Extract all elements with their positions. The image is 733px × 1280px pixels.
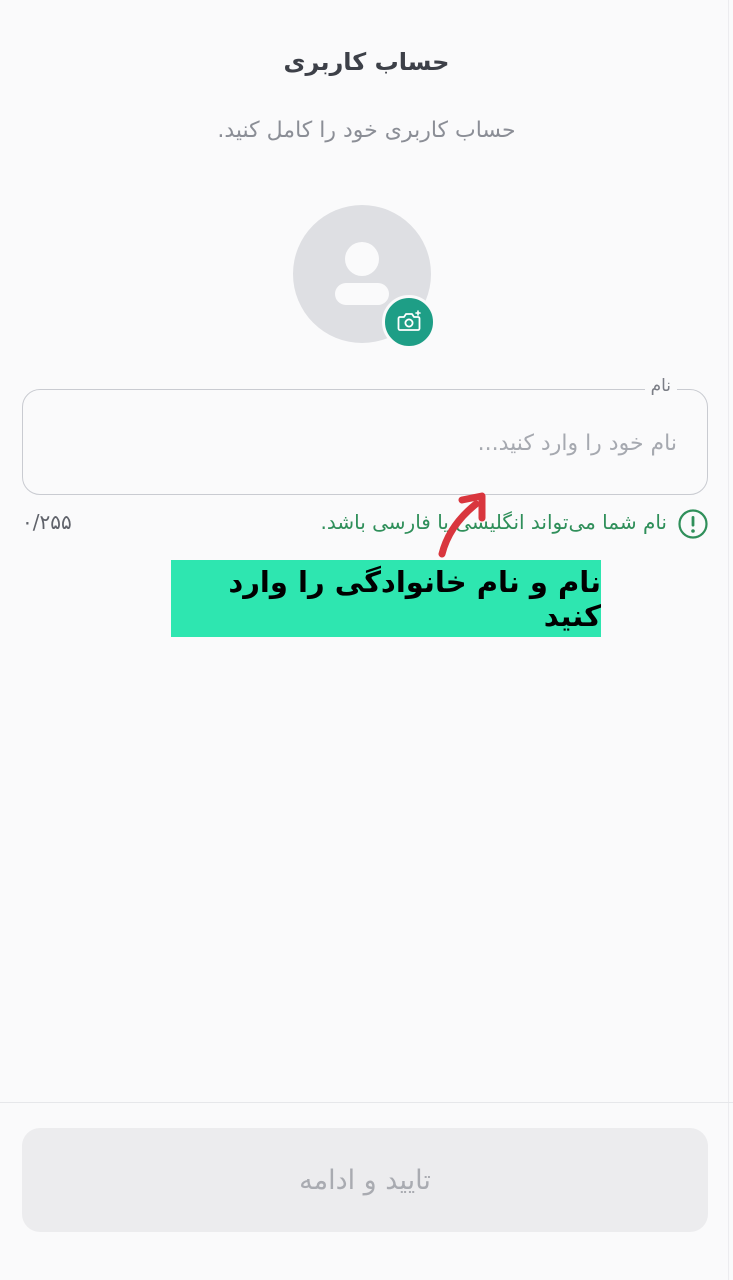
char-counter: ۰/۲۵۵ <box>22 510 72 534</box>
change-photo-button[interactable] <box>382 295 436 349</box>
screen-edge <box>728 0 729 1280</box>
camera-icon <box>397 310 421 331</box>
confirm-button[interactable]: تایید و ادامه <box>22 1128 708 1232</box>
annotation-banner: نام و نام خانوادگی را وارد کنید <box>171 560 601 637</box>
name-field-label: نام <box>644 376 677 396</box>
name-input[interactable] <box>41 420 679 466</box>
name-field[interactable]: نام <box>22 376 708 495</box>
page-title: حساب کاربری <box>283 48 450 76</box>
annotation-text: نام و نام خانوادگی را وارد کنید <box>228 564 601 633</box>
footer-divider <box>0 1102 733 1103</box>
page-subtitle: حساب کاربری خود را کامل کنید. <box>217 118 516 143</box>
annotation-arrow <box>438 492 486 558</box>
screen: حساب کاربری حساب کاربری خود را کامل کنید… <box>0 0 733 1280</box>
info-icon <box>678 509 708 539</box>
helper-row: نام شما می‌تواند انگلیسی یا فارسی باشد. … <box>22 506 709 540</box>
